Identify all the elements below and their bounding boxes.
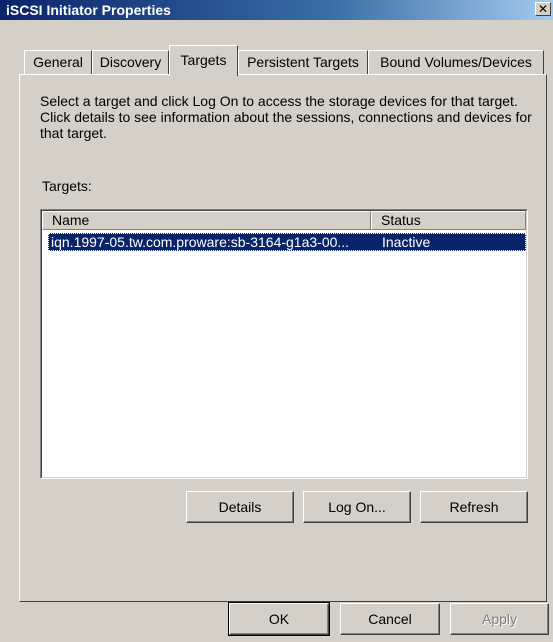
- details-button[interactable]: Details: [186, 491, 294, 523]
- tab-persistent-targets[interactable]: Persistent Targets: [238, 50, 368, 74]
- column-header-name[interactable]: Name: [42, 211, 371, 230]
- tab-targets[interactable]: Targets: [169, 45, 238, 76]
- log-on-button[interactable]: Log On...: [303, 491, 411, 523]
- cancel-button[interactable]: Cancel: [340, 603, 440, 635]
- window-title: iSCSI Initiator Properties: [6, 2, 171, 18]
- tab-label: Discovery: [99, 54, 162, 70]
- apply-button[interactable]: Apply: [450, 603, 549, 635]
- target-name-cell: iqn.1997-05.tw.com.proware:sb-3164-g1a3-…: [51, 234, 350, 250]
- table-row[interactable]: iqn.1997-05.tw.com.proware:sb-3164-g1a3-…: [48, 233, 526, 251]
- column-header-status[interactable]: Status: [371, 211, 526, 230]
- close-button[interactable]: ✕: [535, 2, 551, 16]
- targets-description: Select a target and click Log On to acce…: [40, 93, 532, 141]
- tab-label: Bound Volumes/Devices: [380, 54, 532, 70]
- targets-list-label: Targets:: [42, 178, 92, 194]
- tab-label: General: [33, 54, 83, 70]
- targets-list[interactable]: Name Status iqn.1997-05.tw.com.proware:s…: [40, 209, 528, 479]
- tab-label: Targets: [180, 52, 227, 68]
- refresh-button[interactable]: Refresh: [420, 491, 528, 523]
- tab-bound-volumes-devices[interactable]: Bound Volumes/Devices: [368, 50, 544, 74]
- iscsi-properties-dialog: iSCSI Initiator Properties ✕ General Dis…: [0, 0, 553, 642]
- ok-button[interactable]: OK: [228, 602, 330, 636]
- tab-general[interactable]: General: [24, 50, 92, 74]
- title-bar[interactable]: iSCSI Initiator Properties ✕: [0, 0, 553, 20]
- tab-label: Persistent Targets: [247, 54, 359, 70]
- close-icon: ✕: [537, 2, 549, 16]
- tab-discovery[interactable]: Discovery: [92, 50, 169, 74]
- target-status-cell: Inactive: [382, 234, 431, 250]
